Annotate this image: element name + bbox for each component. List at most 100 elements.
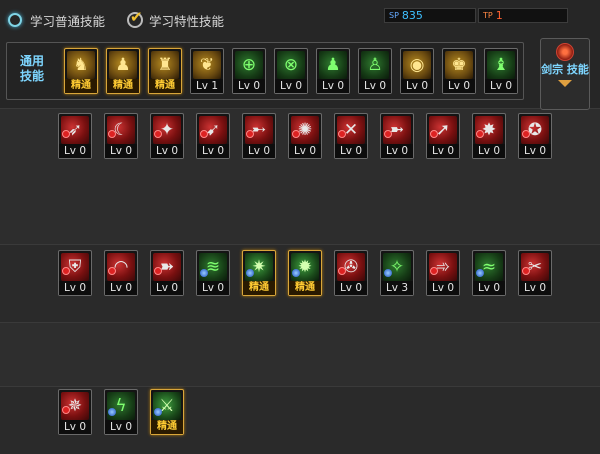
tab-trait-skills[interactable]: 学习特性技能 [127,8,225,30]
skill-level: Lv 0 [105,281,137,295]
skill-slot[interactable]: ➚ Lv 0 [426,113,460,159]
sit-figure-icon: ♞ [67,51,95,79]
lock-icon [430,267,438,275]
skill-slot[interactable]: ➸ Lv 0 [242,113,276,159]
skill-slot[interactable]: ♙ Lv 0 [358,48,392,94]
skill-slot[interactable]: ✺ Lv 0 [288,113,322,159]
skill-band-3 [0,322,600,386]
skill-slot[interactable]: ➽ Lv 0 [150,250,184,296]
chevron-down-icon [558,80,572,87]
tp-value: 1 [495,9,503,22]
skill-slot[interactable]: ☾ Lv 0 [104,113,138,159]
lock-icon [338,130,346,138]
skill-slot[interactable]: ➼ Lv 0 [380,113,414,159]
orb-icon [154,408,162,416]
skill-slot[interactable]: ✸ Lv 0 [472,113,506,159]
crosshair-plus-icon: ⊗ [277,51,305,79]
lock-icon [200,130,208,138]
skill-slot[interactable]: ✦ Lv 0 [150,113,184,159]
skill-slot[interactable]: ⚔ 精通 [150,389,184,435]
skill-slot[interactable]: ≋ Lv 0 [196,250,230,296]
orb-icon [200,269,208,277]
skill-level: Lv 0 [197,144,229,158]
tab-trait-skills-label: 学习特性技能 [149,13,225,29]
lock-icon [522,267,530,275]
skill-slot[interactable]: ➾ Lv 0 [426,250,460,296]
skill-slot[interactable]: ⊕ Lv 0 [232,48,266,94]
orb-icon [108,408,116,416]
lock-icon [154,267,162,275]
skill-slot[interactable]: ✹ 精通 [288,250,322,296]
lock-icon [338,267,346,275]
skill-slot[interactable]: ϟ Lv 0 [104,389,138,435]
skill-slot[interactable]: ⊗ Lv 0 [274,48,308,94]
skill-slot[interactable]: ❦ Lv 1 [190,48,224,94]
skill-level: Lv 0 [151,144,183,158]
skill-level: Lv 0 [105,420,137,434]
skill-level: Lv 0 [275,79,307,93]
orb-icon [384,269,392,277]
skill-level: Lv 0 [335,144,367,158]
skill-level: Lv 0 [59,144,91,158]
tp-label: TP [483,11,493,20]
skill-slot[interactable]: ✪ Lv 0 [518,113,552,159]
skill-level: Lv 0 [197,281,229,295]
skill-level: 精通 [151,420,183,434]
lock-icon [154,130,162,138]
lock-icon [430,130,438,138]
tp-counter: TP 1 [478,8,568,23]
tab-normal-skills[interactable]: 学习普通技能 [8,11,105,30]
wings-icon: ❦ [193,51,221,79]
class-skills-label: 剑宗 技能 [541,63,589,76]
skill-slot[interactable]: ♝ Lv 0 [484,48,518,94]
crosshair-icon: ⊕ [235,51,263,79]
lock-icon [292,130,300,138]
skill-slot[interactable]: ✧ Lv 3 [380,250,414,296]
common-skills-label: 通用 技能 [19,54,44,83]
skill-slot[interactable]: ✷ 精通 [242,250,276,296]
lock-icon [108,130,116,138]
checkmark-icon [127,8,144,28]
skill-level: Lv 0 [519,144,551,158]
lock-icon [108,267,116,275]
skill-level: Lv 0 [105,144,137,158]
lock-icon [476,130,484,138]
figure-power-icon: ♚ [445,51,473,79]
skill-slot[interactable]: ♟ Lv 0 [316,48,350,94]
skill-slot[interactable]: ≈ Lv 0 [472,250,506,296]
kick-figure-icon: ♜ [151,51,179,79]
skill-level: Lv 1 [191,79,223,93]
radio-icon [8,13,22,27]
skill-level: 精通 [243,281,275,295]
skill-slot[interactable]: ✂ Lv 0 [518,250,552,296]
skill-slot[interactable]: ⛨ Lv 0 [58,250,92,296]
skill-level: Lv 0 [59,281,91,295]
skill-slot[interactable]: ✵ Lv 0 [58,389,92,435]
learn-mode-tabs: 学习普通技能 学习特性技能 [8,8,246,32]
sp-value: 835 [401,9,423,22]
skill-slot[interactable]: ♟ 精通 [106,48,140,94]
skill-slot[interactable]: ♚ Lv 0 [442,48,476,94]
skill-slot[interactable]: ♞ 精通 [64,48,98,94]
skill-level: Lv 0 [233,79,265,93]
skill-level: Lv 0 [151,281,183,295]
skill-slot[interactable]: ✕ Lv 0 [334,113,368,159]
skill-slot[interactable]: ◠ Lv 0 [104,250,138,296]
figure-strike-icon: ♟ [319,51,347,79]
skill-level: Lv 0 [359,79,391,93]
skill-level: 精通 [149,79,181,93]
skill-slot[interactable]: ➹ Lv 0 [196,113,230,159]
skill-level: Lv 0 [427,144,459,158]
sp-counter: SP 835 [384,8,476,23]
figure-jump-icon: ♝ [487,51,515,79]
skill-slot[interactable]: ➶ Lv 0 [58,113,92,159]
orb-icon [476,269,484,277]
skill-level: Lv 0 [381,144,413,158]
skill-slot[interactable]: ♜ 精通 [148,48,182,94]
skill-slot[interactable]: ✇ Lv 0 [334,250,368,296]
class-skills-button[interactable]: 剑宗 技能 [540,38,590,110]
skill-level: Lv 0 [473,281,505,295]
skill-slot[interactable]: ◉ Lv 0 [400,48,434,94]
skill-level: Lv 0 [443,79,475,93]
skill-level: 精通 [65,79,97,93]
